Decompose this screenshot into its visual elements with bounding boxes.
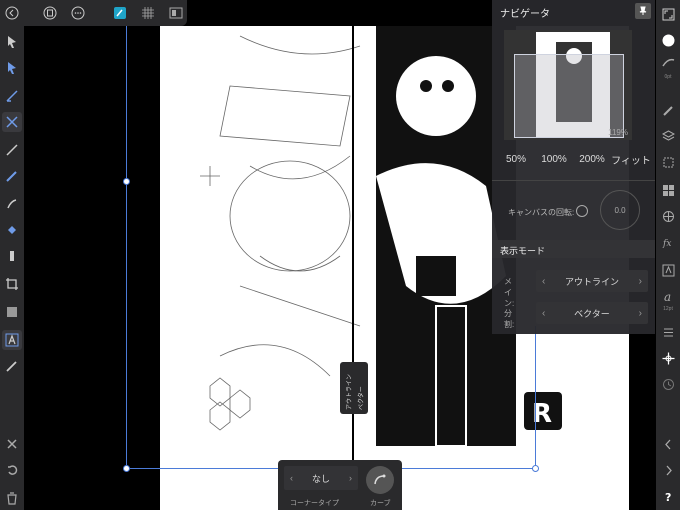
navigator-panel: ナビゲータ 119% 50% 100% 200% フィット キャンバスの回転: …	[492, 0, 655, 334]
chevron-left-icon[interactable]: ‹	[542, 276, 545, 287]
canvas-rotation-label: キャンバスの回転:	[508, 208, 575, 217]
transparency-tool-icon[interactable]	[2, 246, 22, 266]
selection-handle-bottom-left[interactable]	[123, 465, 130, 472]
split-mode-label: 分割:	[504, 309, 515, 329]
more-icon[interactable]	[68, 3, 88, 23]
chevron-right-icon[interactable]: ›	[639, 308, 642, 319]
chevron-left-icon[interactable]: ‹	[290, 473, 293, 483]
chevron-right-icon[interactable]	[658, 460, 678, 480]
svg-text:fx: fx	[662, 239, 671, 249]
document-icon[interactable]	[40, 3, 60, 23]
navigator-icon[interactable]	[658, 348, 678, 368]
tools-panel	[0, 0, 24, 510]
navigator-view-rectangle[interactable]	[514, 54, 624, 138]
navigator-header: ナビゲータ	[492, 0, 655, 22]
selection-box-left	[126, 26, 127, 468]
fill-tool-icon[interactable]	[2, 220, 22, 240]
chevron-left-icon[interactable]: ‹	[542, 308, 545, 319]
close-icon[interactable]	[2, 434, 22, 454]
zoom-fit-button[interactable]: フィット	[610, 148, 652, 170]
vector-brush-icon[interactable]	[2, 194, 22, 214]
svg-text:a: a	[664, 290, 671, 303]
pixel-persona-icon[interactable]	[138, 3, 158, 23]
split-right-mode-label: ベクター	[359, 386, 365, 410]
canvas-rotation-dial[interactable]: 0.0	[600, 190, 640, 230]
export-persona-icon[interactable]	[166, 3, 186, 23]
point-transform-tool-icon[interactable]	[2, 112, 22, 132]
character-icon[interactable]	[658, 260, 678, 280]
context-toolbar: ‹ なし › コーナータイプ カーブ	[278, 460, 402, 510]
transform-icon[interactable]	[658, 152, 678, 172]
split-view-handle[interactable]: アウトライン ベクター	[340, 362, 368, 414]
stroke-icon[interactable]	[658, 52, 678, 72]
split-mode-value: ベクター	[574, 308, 610, 319]
color-swatch-icon[interactable]	[658, 30, 678, 50]
curve-button[interactable]	[366, 466, 394, 494]
curve-icon	[374, 474, 386, 485]
color-picker-tool-icon[interactable]	[2, 356, 22, 376]
brush-size-caption: 12pt	[663, 306, 673, 312]
pen-tool-icon[interactable]	[2, 140, 22, 160]
effects-icon[interactable]	[658, 206, 678, 226]
corner-tool-icon[interactable]	[2, 86, 22, 106]
selection-handle-middle-left[interactable]	[123, 178, 130, 185]
zoom-100-button[interactable]: 100%	[536, 148, 572, 170]
history-icon[interactable]	[658, 374, 678, 394]
shape-tool-icon[interactable]	[2, 302, 22, 322]
chevron-left-icon[interactable]	[658, 434, 678, 454]
back-icon[interactable]	[2, 3, 22, 23]
split-view-divider[interactable]	[352, 0, 354, 510]
glyphs-icon[interactable]	[658, 322, 678, 342]
undo-icon[interactable]	[2, 460, 22, 480]
help-icon[interactable]: ?	[658, 486, 678, 506]
selection-handle-bottom-right[interactable]	[532, 465, 539, 472]
split-left-mode-label: アウトライン	[347, 373, 353, 410]
studio-panel: 0pt fx a 12pt ?	[656, 0, 680, 510]
navigator-divider	[492, 180, 655, 181]
corner-type-value: なし	[311, 473, 330, 484]
view-mode-heading: 表示モード	[492, 240, 655, 258]
chevron-right-icon[interactable]: ›	[349, 473, 352, 483]
svg-text:?: ?	[665, 491, 671, 503]
main-mode-selector[interactable]: ‹ アウトライン ›	[536, 270, 648, 292]
split-mode-selector[interactable]: ‹ ベクター ›	[536, 302, 648, 324]
chevron-right-icon[interactable]: ›	[639, 276, 642, 287]
main-toolbar	[0, 0, 187, 26]
corner-type-caption: コーナータイプ	[290, 500, 339, 507]
layers-icon[interactable]	[658, 126, 678, 146]
selection-box-right	[535, 326, 536, 468]
designer-persona-icon[interactable]	[110, 3, 130, 23]
navigator-title: ナビゲータ	[500, 9, 550, 20]
navigator-zoom-readout: 119%	[608, 128, 628, 137]
zoom-50-button[interactable]: 50%	[498, 148, 534, 170]
stroke-width-caption: 0pt	[664, 74, 672, 80]
fx-icon[interactable]: fx	[658, 232, 678, 252]
canvas-rotation-value: 0.0	[614, 205, 626, 215]
text-style-icon[interactable]: a	[658, 286, 678, 306]
brushes-icon[interactable]	[658, 100, 678, 120]
crop-tool-icon[interactable]	[2, 274, 22, 294]
main-mode-value: アウトライン	[564, 276, 619, 287]
pencil-tool-icon[interactable]	[2, 166, 22, 186]
node-tool-icon[interactable]	[2, 58, 22, 78]
main-mode-label: メイン:	[504, 277, 515, 308]
navigator-preview[interactable]: 119%	[504, 30, 632, 140]
text-tool-icon[interactable]	[2, 330, 22, 350]
fullscreen-icon[interactable]	[658, 4, 678, 24]
pin-icon[interactable]	[635, 3, 651, 19]
zoom-200-button[interactable]: 200%	[574, 148, 610, 170]
corner-type-selector[interactable]: ‹ なし ›	[284, 466, 358, 490]
rotation-lock-icon[interactable]	[576, 205, 588, 217]
move-tool-icon[interactable]	[2, 32, 22, 52]
curve-caption: カーブ	[370, 500, 391, 507]
swatches-icon[interactable]	[658, 180, 678, 200]
delete-icon[interactable]	[2, 488, 22, 508]
